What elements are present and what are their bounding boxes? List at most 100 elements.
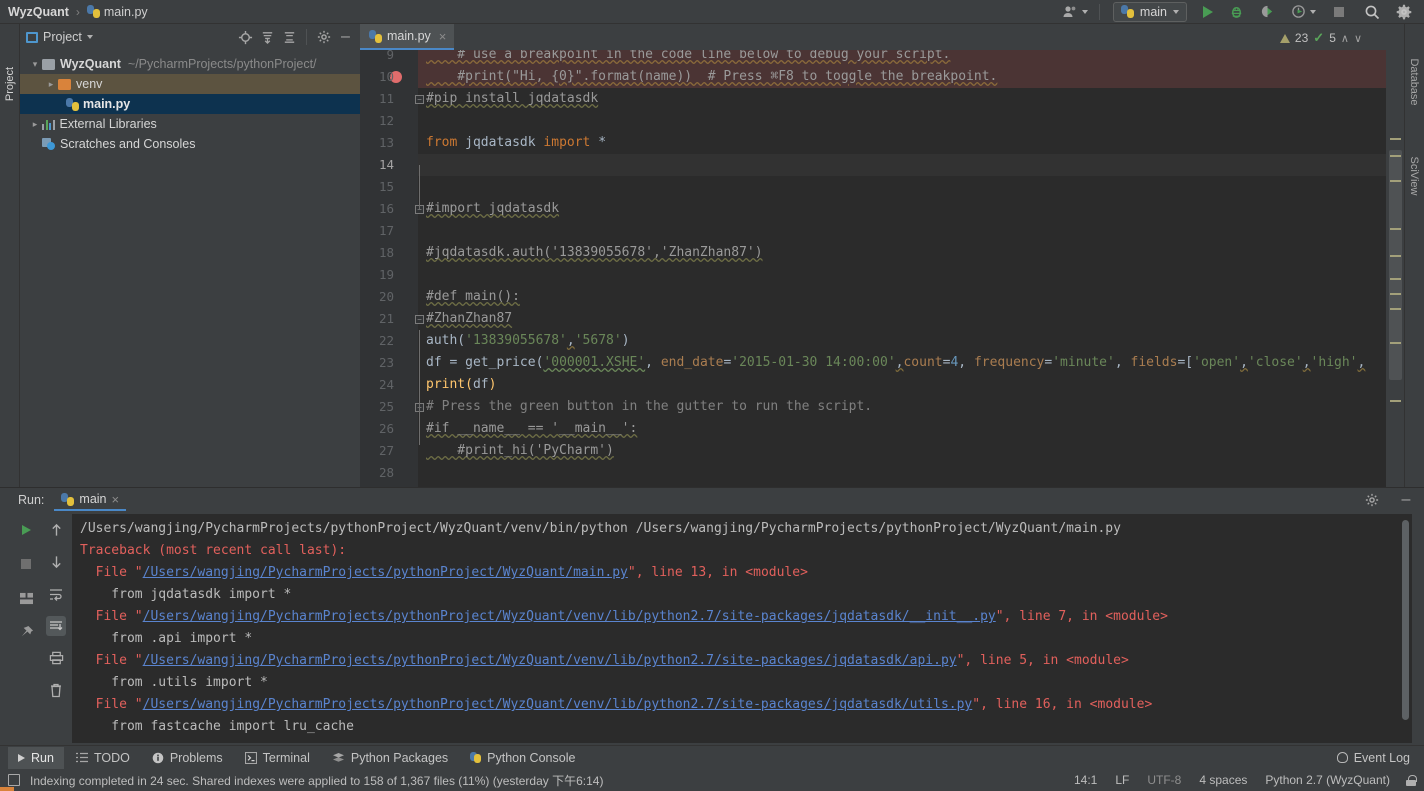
rerun-icon[interactable] xyxy=(16,520,36,540)
marker[interactable] xyxy=(1390,308,1401,310)
indent-setting[interactable]: 4 spaces xyxy=(1199,773,1247,787)
code-line[interactable]: auth('13839055678','5678') xyxy=(426,330,630,352)
down-icon[interactable] xyxy=(46,552,66,572)
tree-item-wyzquant[interactable]: ▾ WyzQuant ~/PycharmProjects/pythonProje… xyxy=(20,54,360,74)
chevron-collapsed-icon[interactable]: ▸ xyxy=(44,79,58,90)
minimize-icon[interactable]: ‒ xyxy=(1398,491,1414,508)
search-everywhere-button[interactable] xyxy=(1360,2,1384,22)
minimize-icon[interactable]: ‒ xyxy=(337,28,354,46)
stop-icon[interactable] xyxy=(16,554,36,574)
locate-icon[interactable] xyxy=(237,29,254,46)
marker[interactable] xyxy=(1390,155,1401,157)
sidebar-tab-sciview[interactable]: SciView xyxy=(1408,148,1420,204)
toolwindow-python-packages[interactable]: Python Packages xyxy=(322,747,458,769)
chevron-down-icon[interactable] xyxy=(86,35,93,39)
console-scrollbar[interactable] xyxy=(1401,520,1410,735)
breadcrumb-project[interactable]: WyzQuant xyxy=(8,5,69,19)
toolwindow-label: Python Packages xyxy=(350,750,449,765)
code-line[interactable]: #def main(): xyxy=(426,286,520,308)
soft-wrap-icon[interactable] xyxy=(46,584,66,604)
search-icon xyxy=(1365,5,1380,19)
toolwindow-todo[interactable]: TODO xyxy=(66,747,140,769)
scrollbar-thumb[interactable] xyxy=(1389,150,1402,380)
gear-icon[interactable] xyxy=(1364,492,1380,508)
python-file-icon xyxy=(86,5,100,18)
trash-icon[interactable] xyxy=(46,680,66,700)
console-file-link[interactable]: /Users/wangjing/PycharmProjects/pythonPr… xyxy=(143,609,996,624)
run-tab-main[interactable]: main × xyxy=(54,489,127,511)
marker[interactable] xyxy=(1390,400,1401,402)
gear-icon[interactable] xyxy=(315,29,332,46)
run-configuration-selector[interactable]: main xyxy=(1112,1,1187,22)
chevron-collapsed-icon[interactable]: ▸ xyxy=(28,119,42,130)
inspection-widget[interactable]: 23 ✓ 5 ∧ ∨ xyxy=(1279,28,1362,48)
close-icon[interactable]: × xyxy=(439,29,447,44)
marker[interactable] xyxy=(1390,255,1401,257)
file-encoding[interactable]: UTF-8 xyxy=(1147,773,1181,787)
scrollbar-thumb[interactable] xyxy=(1402,520,1409,720)
profile-button[interactable] xyxy=(1287,2,1320,22)
collapse-all-icon[interactable] xyxy=(281,29,298,46)
sidebar-tab-database[interactable]: Database xyxy=(1408,54,1420,110)
toolwindow-problems[interactable]: Problems xyxy=(142,747,233,769)
run-with-coverage-button[interactable] xyxy=(1256,2,1279,22)
tree-item-main-py[interactable]: main.py xyxy=(20,94,360,114)
pin-icon[interactable] xyxy=(16,622,36,642)
run-console-output[interactable]: /Users/wangjing/PycharmProjects/pythonPr… xyxy=(72,514,1412,743)
code-line[interactable]: #print("Hi, {0}".format(name)) # Press ⌘… xyxy=(426,66,997,88)
code-line[interactable]: # use a breakpoint in the code line belo… xyxy=(426,50,950,66)
tree-item-external-libraries[interactable]: ▸ External Libraries xyxy=(20,114,360,134)
sidebar-tab-project[interactable]: Project xyxy=(4,58,16,110)
console-file-link[interactable]: /Users/wangjing/PycharmProjects/pythonPr… xyxy=(143,653,957,668)
code-token: df xyxy=(472,377,489,392)
debug-button[interactable] xyxy=(1225,2,1248,22)
python-interpreter[interactable]: Python 2.7 (WyzQuant) xyxy=(1265,773,1390,787)
ok-count: 5 xyxy=(1329,31,1336,45)
code-line[interactable]: #print_hi('PyCharm') xyxy=(426,440,614,462)
layout-icon[interactable] xyxy=(16,588,36,608)
breadcrumb-separator: › xyxy=(75,4,80,19)
caret-position[interactable]: 14:1 xyxy=(1074,773,1097,787)
code-line[interactable]: #ZhanZhan87 xyxy=(426,308,512,330)
code-line[interactable]: df = get_price('000001.XSHE', end_date='… xyxy=(426,352,1366,374)
code-line[interactable]: print(df) xyxy=(426,374,496,396)
code-line[interactable]: from jqdatasdk import * xyxy=(426,132,606,154)
chevron-down-icon xyxy=(1081,9,1088,14)
marker[interactable] xyxy=(1390,278,1401,280)
settings-button[interactable] xyxy=(1392,2,1416,22)
toolwindow-run[interactable]: Run xyxy=(8,746,64,769)
close-icon[interactable]: × xyxy=(112,492,120,507)
scroll-to-end-icon[interactable] xyxy=(46,616,66,636)
run-button[interactable] xyxy=(1199,2,1217,22)
editor-tab-main-py[interactable]: main.py × xyxy=(360,24,455,50)
marker[interactable] xyxy=(1390,228,1401,230)
console-file-link[interactable]: /Users/wangjing/PycharmProjects/pythonPr… xyxy=(143,697,973,712)
print-icon[interactable] xyxy=(46,648,66,668)
event-log-button[interactable]: Event Log xyxy=(1336,751,1424,765)
line-separator[interactable]: LF xyxy=(1115,773,1129,787)
marker[interactable] xyxy=(1390,180,1401,182)
tree-item-venv[interactable]: ▸ venv xyxy=(20,74,360,94)
up-icon[interactable] xyxy=(46,520,66,540)
marker[interactable] xyxy=(1390,138,1401,140)
breadcrumb-file[interactable]: main.py xyxy=(104,5,148,19)
code-line[interactable]: # Press the green button in the gutter t… xyxy=(426,396,872,418)
toolwindow-python-console[interactable]: Python Console xyxy=(460,747,585,769)
next-problem-icon[interactable]: ∨ xyxy=(1354,32,1362,45)
expand-all-icon[interactable] xyxy=(259,29,276,46)
user-account-button[interactable] xyxy=(1058,2,1092,22)
code-line[interactable]: #pip install jqdatasdk xyxy=(426,88,598,110)
code-line[interactable]: #if __name__ == '__main__': xyxy=(426,418,637,440)
stop-button[interactable] xyxy=(1330,2,1348,22)
marker[interactable] xyxy=(1390,293,1401,295)
previous-problem-icon[interactable]: ∧ xyxy=(1341,32,1349,45)
lock-icon[interactable] xyxy=(1406,774,1417,786)
chevron-expanded-icon[interactable]: ▾ xyxy=(28,59,42,70)
console-file-link[interactable]: /Users/wangjing/PycharmProjects/pythonPr… xyxy=(143,565,628,580)
tree-item-scratches[interactable]: Scratches and Consoles xyxy=(20,134,360,154)
editor-tab-strip: main.py × xyxy=(360,24,1404,50)
toolwindow-terminal[interactable]: Terminal xyxy=(235,747,320,769)
marker[interactable] xyxy=(1390,342,1401,344)
code-line[interactable]: #jqdatasdk.auth('13839055678','ZhanZhan8… xyxy=(426,242,763,264)
code-line[interactable]: #import jqdatasdk xyxy=(426,198,559,220)
